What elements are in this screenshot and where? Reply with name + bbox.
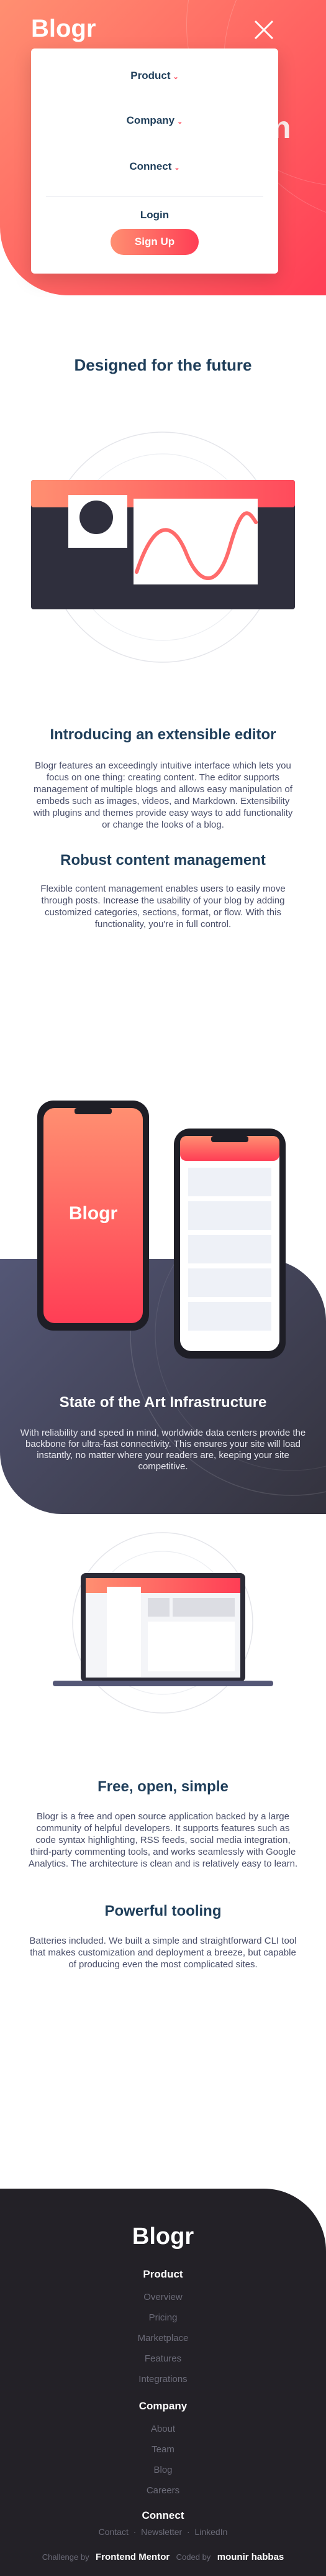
close-menu-button[interactable] xyxy=(251,17,276,42)
footer-logo[interactable]: Blogr xyxy=(0,2223,326,2250)
footer-link-pricing[interactable]: Pricing xyxy=(0,2312,326,2323)
free-title: Free, open, simple xyxy=(97,1778,229,1795)
footer-content: Blogr Product Overview Pricing Marketpla… xyxy=(0,2189,326,2576)
login-link[interactable]: Login xyxy=(31,209,278,221)
editor-illustration xyxy=(31,432,295,663)
close-icon xyxy=(254,20,274,40)
laptop-illustration xyxy=(53,1532,273,1714)
footer-link-team[interactable]: Team xyxy=(0,2444,326,2455)
content-management-title: Robust content management xyxy=(60,852,266,869)
content-management-body: Flexible content management enables user… xyxy=(40,884,286,930)
footer-link-blog[interactable]: Blog xyxy=(0,2465,326,2475)
infrastructure-title: State of the Art Infrastructure xyxy=(59,1394,267,1411)
signup-button[interactable]: Sign Up xyxy=(111,229,199,255)
footer-link-integrations[interactable]: Integrations xyxy=(0,2374,326,2384)
logo[interactable]: Blogr xyxy=(31,15,96,43)
footer-connect-links: Contact · Newsletter · LinkedIn xyxy=(98,2527,228,2537)
tooling-body: Batteries included. We built a simple an… xyxy=(29,1936,297,1970)
menu-item-label: Product xyxy=(130,70,171,81)
attribution-coded-by: Coded by xyxy=(176,2552,211,2562)
section-title-future: Designed for the future xyxy=(74,356,252,374)
footer-link-overview[interactable]: Overview xyxy=(0,2292,326,2302)
editor-title: Introducing an extensible editor xyxy=(50,726,276,743)
frontend-mentor-link[interactable]: Frontend Mentor xyxy=(96,2552,170,2562)
chevron-down-icon: ⌄ xyxy=(177,118,183,126)
attribution-challenge-by: Challenge by xyxy=(42,2552,89,2562)
footer-link-linkedin[interactable]: LinkedIn xyxy=(194,2527,227,2537)
attribution: Challenge by Frontend Mentor Coded by mo… xyxy=(0,2552,326,2563)
menu-item-product[interactable]: Product ⌄ xyxy=(31,70,278,82)
infrastructure-body: With reliability and speed in mind, worl… xyxy=(20,1428,306,1472)
footer-link-contact[interactable]: Contact xyxy=(99,2527,129,2537)
footer-heading-company: Company xyxy=(138,2400,188,2412)
menu-item-label: Connect xyxy=(129,160,172,172)
menu-divider xyxy=(46,196,263,197)
menu-item-connect[interactable]: Connect ⌄ xyxy=(31,160,278,173)
phones-illustration xyxy=(37,1101,286,1359)
author-link[interactable]: mounir habbas xyxy=(217,2552,284,2562)
mobile-menu: Product ⌄ Company ⌄ Connect ⌄ Login Sign Up xyxy=(31,48,278,274)
menu-item-company[interactable]: Company ⌄ xyxy=(31,114,278,127)
footer-heading-connect: Connect xyxy=(142,2509,184,2521)
tooling-title: Powerful tooling xyxy=(104,1903,222,1919)
footer-link-about[interactable]: About xyxy=(0,2424,326,2434)
footer-heading-product: Product xyxy=(143,2268,183,2280)
footer-link-features[interactable]: Features xyxy=(0,2353,326,2364)
free-body: Blogr is a free and open source applicat… xyxy=(28,1811,298,1869)
chevron-down-icon: ⌄ xyxy=(174,164,180,172)
footer-link-marketplace[interactable]: Marketplace xyxy=(0,2333,326,2343)
chevron-down-icon: ⌄ xyxy=(173,73,179,81)
phone-screen-logo: Blogr xyxy=(68,1203,118,1224)
footer-link-careers[interactable]: Careers xyxy=(0,2485,326,2496)
editor-body: Blogr features an exceedingly intuitive … xyxy=(33,760,293,830)
menu-item-label: Company xyxy=(126,114,175,126)
footer-link-newsletter[interactable]: Newsletter xyxy=(141,2527,182,2537)
